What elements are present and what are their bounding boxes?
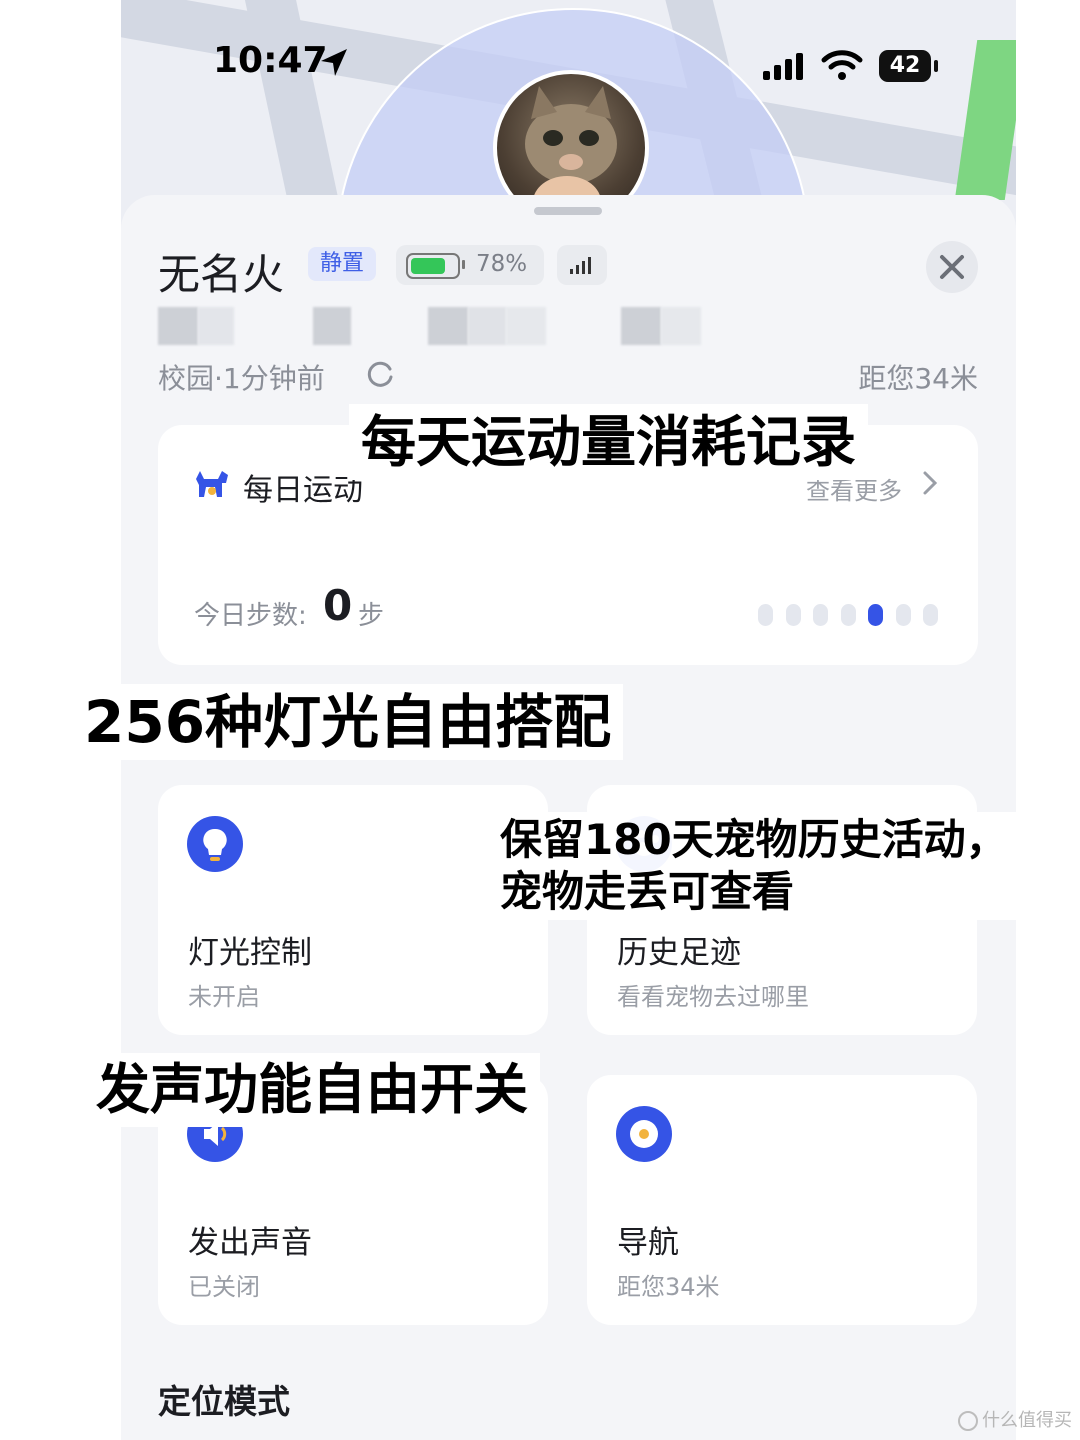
phone-battery-nub — [934, 60, 938, 72]
caption-lights: 256种灯光自由搭配 — [72, 684, 624, 760]
pager-dot[interactable] — [923, 604, 938, 626]
phone-battery-icon: 42 — [879, 50, 931, 82]
sheet-drag-handle[interactable] — [534, 207, 602, 215]
wifi-icon — [821, 50, 863, 80]
caption-daily-activity: 每天运动量消耗记录 — [349, 404, 869, 480]
steps-label: 今日步数: — [194, 601, 307, 631]
pager-dot[interactable] — [785, 604, 801, 626]
redaction-block — [158, 307, 198, 345]
location-arrow-icon — [321, 49, 347, 76]
daily-activity-title: 每日运动 — [243, 473, 363, 508]
dog-icon — [196, 471, 228, 497]
device-signal-indicator — [557, 245, 607, 285]
feature-subtitle: 距您34米 — [617, 1273, 720, 1301]
map-park-area — [954, 40, 1016, 200]
watermark-text: 什么值得买 — [982, 1410, 1072, 1431]
redaction-block — [198, 307, 234, 345]
steps-value: 0 — [323, 581, 353, 630]
device-battery-text: 78% — [476, 251, 528, 277]
redacted-address — [158, 307, 703, 347]
close-icon — [940, 255, 964, 279]
pet-name: 无名火 — [158, 250, 285, 299]
battery-tip — [462, 260, 465, 269]
redaction-block — [661, 307, 701, 345]
location-pin-icon — [616, 1106, 672, 1162]
cellular-signal-icon — [763, 53, 803, 80]
watermark: 什么值得买 — [958, 1406, 1072, 1432]
redaction-block — [428, 307, 468, 345]
feature-title: 导航 — [617, 1225, 679, 1261]
distance-label: 距您34米 — [858, 362, 978, 395]
feature-subtitle: 未开启 — [188, 983, 260, 1011]
redaction-block — [468, 307, 506, 345]
pager-dot[interactable] — [813, 604, 828, 626]
feature-subtitle: 已关闭 — [188, 1273, 260, 1301]
navigation-card[interactable]: 导航 距您34米 — [587, 1075, 977, 1325]
lightbulb-icon — [187, 816, 243, 872]
pager-dot[interactable] — [895, 604, 911, 626]
steps-unit: 步 — [358, 601, 385, 631]
signal-bars-icon — [570, 257, 591, 274]
caption-history-line1: 保留180天宠物历史活动， — [500, 815, 1008, 864]
feature-title: 发出声音 — [188, 1225, 312, 1261]
location-mode-heading: 定位模式 — [158, 1382, 290, 1421]
feature-title: 灯光控制 — [188, 935, 312, 971]
pager-dot[interactable] — [840, 604, 856, 626]
feature-title: 历史足迹 — [617, 935, 741, 971]
refresh-icon[interactable] — [363, 357, 397, 391]
caption-history-line2: 宠物走丢可查看 — [500, 867, 795, 916]
close-button[interactable] — [926, 241, 978, 293]
pager-dot-active[interactable] — [868, 604, 883, 626]
status-time: 10:47 — [213, 40, 328, 81]
watermark-logo-icon — [958, 1411, 978, 1431]
redaction-block — [621, 307, 661, 345]
location-meta: 校园·1分钟前 — [158, 362, 325, 395]
redaction-block — [313, 307, 351, 345]
chevron-right-icon[interactable] — [920, 469, 940, 497]
redaction-block — [506, 307, 546, 345]
device-battery-indicator: 78% — [396, 245, 544, 285]
caption-sound: 发声功能自由开关 — [84, 1053, 540, 1127]
pager-dots[interactable] — [758, 602, 948, 628]
feature-subtitle: 看看宠物去过哪里 — [617, 983, 809, 1011]
mode-badge: 静置 — [308, 247, 377, 281]
caption-history: 保留180天宠物历史活动， 宠物走丢可查看 — [490, 812, 1018, 920]
battery-icon — [406, 253, 460, 279]
battery-fill — [411, 258, 445, 274]
pager-dot[interactable] — [758, 604, 773, 626]
